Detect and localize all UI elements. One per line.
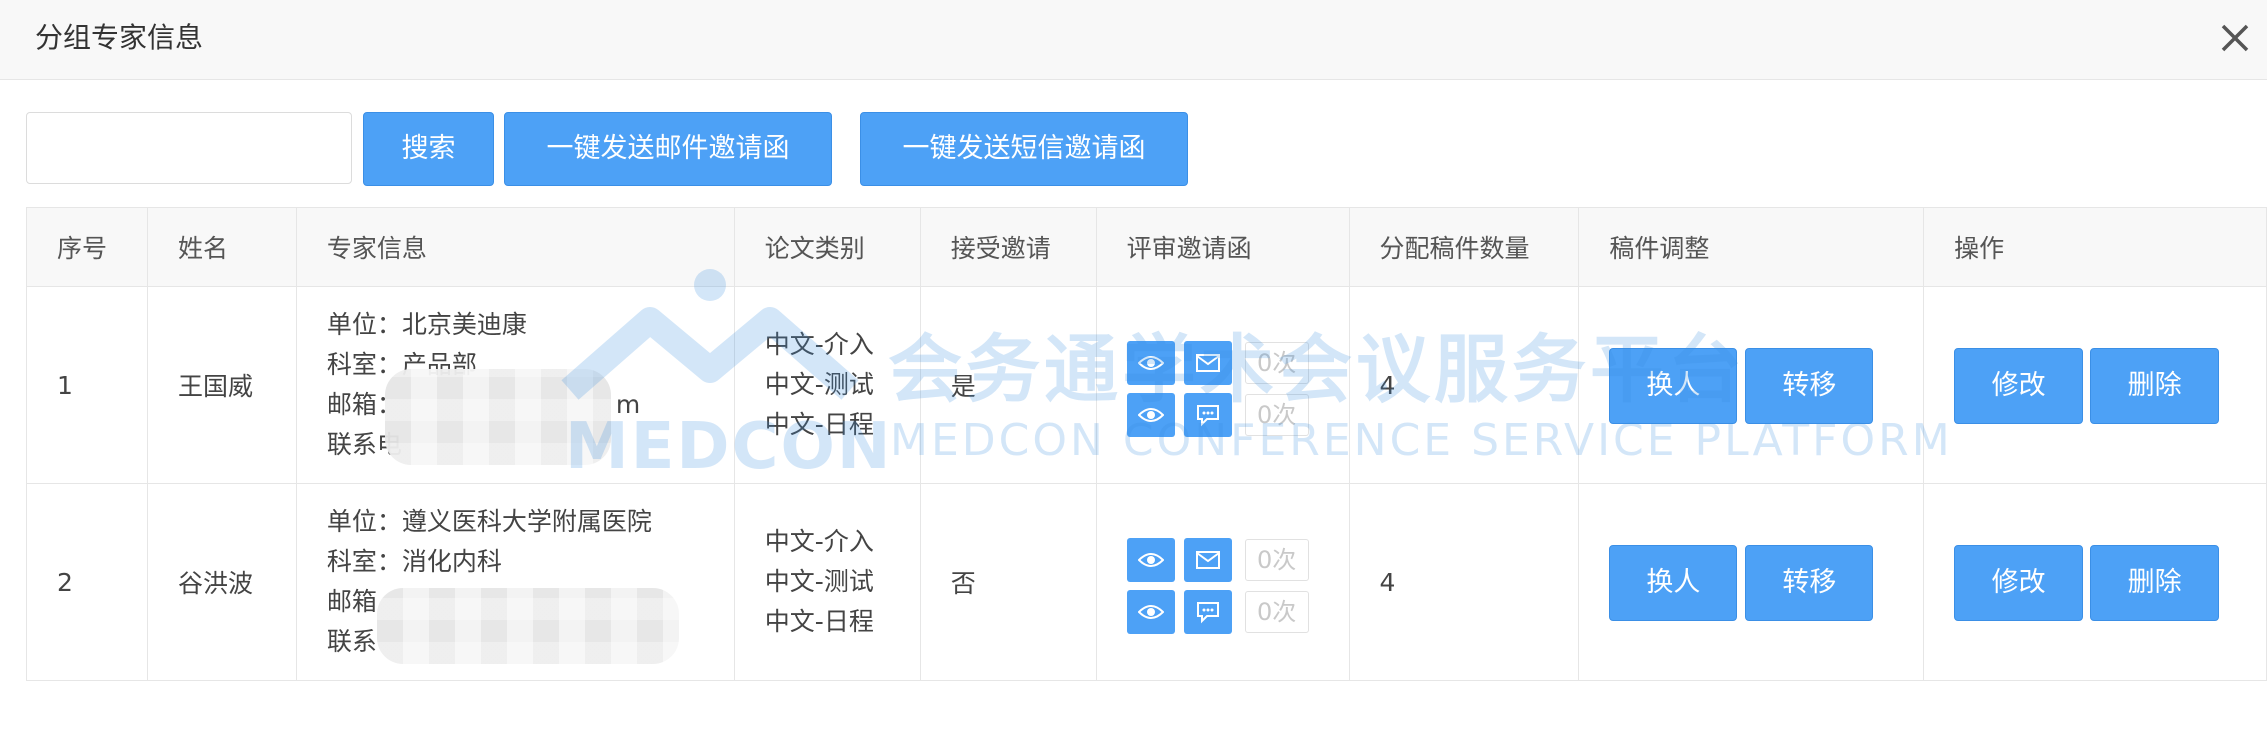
eye-icon (1137, 553, 1164, 567)
dialog-title: 分组专家信息 (35, 21, 204, 54)
mail-icon (1195, 551, 1220, 569)
delete-button[interactable]: 删除 (2090, 545, 2220, 621)
adjust-cell: 换人 转移 (1578, 483, 1925, 681)
message-icon (1196, 602, 1219, 624)
accepted-cell: 否 (919, 483, 1097, 681)
eye-icon (1137, 356, 1164, 370)
eye-icon (1137, 605, 1164, 619)
redaction-blur (376, 588, 679, 664)
replace-expert-button[interactable]: 换人 (1609, 348, 1738, 424)
table-header-row: 序号 姓名 专家信息 论文类别 接受邀请 评审邀请函 分配稿件数量 稿件调整 操… (26, 207, 2267, 287)
category-item: 中文-介入 (764, 330, 874, 359)
view-email-invite-button[interactable] (1126, 341, 1175, 385)
row-name: 王国威 (146, 286, 297, 484)
header-expert-info: 专家信息 (295, 207, 735, 287)
view-sms-invite-button[interactable] (1126, 590, 1175, 634)
edit-button[interactable]: 修改 (1954, 545, 2084, 621)
sms-count: 0次 (1244, 394, 1309, 436)
row-name: 谷洪波 (146, 483, 297, 681)
category-item: 中文-测试 (764, 567, 874, 596)
actions-cell: 修改 删除 (1923, 483, 2267, 681)
edit-button[interactable]: 修改 (1954, 348, 2084, 424)
table-row: 2 谷洪波 单位：遵义医科大学附属医院 科室：消化内科 邮箱 联系 中文-介入 … (26, 483, 2267, 681)
send-email-button[interactable] (1183, 341, 1232, 385)
send-email-invite-button[interactable]: 一键发送邮件邀请函 (504, 112, 832, 186)
header-manuscript-adjust: 稿件调整 (1578, 207, 1925, 287)
expert-dept: 科室：消化内科 (326, 547, 502, 576)
sms-count: 0次 (1244, 591, 1309, 633)
expert-table: 序号 姓名 专家信息 论文类别 接受邀请 评审邀请函 分配稿件数量 稿件调整 操… (26, 207, 2267, 681)
header-name: 姓名 (146, 207, 297, 287)
search-input[interactable] (26, 112, 352, 184)
category-cell: 中文-介入 中文-测试 中文-日程 (733, 483, 921, 681)
expert-email-tail: m (615, 390, 641, 419)
send-sms-button[interactable] (1183, 590, 1232, 634)
header-manuscript-count: 分配稿件数量 (1348, 207, 1580, 287)
send-sms-button[interactable] (1183, 393, 1232, 437)
expert-info-cell: 单位：遵义医科大学附属医院 科室：消化内科 邮箱 联系 (295, 483, 735, 681)
close-icon[interactable] (2215, 12, 2255, 64)
view-sms-invite-button[interactable] (1126, 393, 1175, 437)
expert-email-label: 邮箱 (326, 587, 377, 616)
row-index: 2 (26, 483, 148, 681)
view-email-invite-button[interactable] (1126, 538, 1175, 582)
review-invite-cell: 0次 0次 (1095, 286, 1350, 484)
category-item: 中文-介入 (764, 527, 874, 556)
dialog-header: 分组专家信息 (0, 0, 2267, 80)
email-count: 0次 (1244, 342, 1309, 384)
search-button[interactable]: 搜索 (363, 112, 494, 186)
table-row: 1 王国威 单位：北京美迪康 科室：产品部 邮箱： m 联系电 中文-介入 中文-… (26, 286, 2267, 484)
actions-cell: 修改 删除 (1923, 286, 2267, 484)
header-paper-category: 论文类别 (733, 207, 921, 287)
category-item: 中文-日程 (764, 607, 874, 636)
mail-icon (1195, 354, 1220, 372)
send-sms-invite-button[interactable]: 一键发送短信邀请函 (860, 112, 1188, 186)
header-accept-invite: 接受邀请 (919, 207, 1097, 287)
eye-icon (1137, 408, 1164, 422)
transfer-button[interactable]: 转移 (1745, 545, 1874, 621)
email-count: 0次 (1244, 539, 1309, 581)
header-review-invite: 评审邀请函 (1095, 207, 1350, 287)
review-invite-cell: 0次 0次 (1095, 483, 1350, 681)
manuscript-count-cell: 4 (1348, 286, 1580, 484)
delete-button[interactable]: 删除 (2090, 348, 2220, 424)
row-index: 1 (26, 286, 148, 484)
category-item: 中文-测试 (764, 370, 874, 399)
message-icon (1196, 405, 1219, 427)
redaction-blur (384, 369, 611, 465)
category-cell: 中文-介入 中文-测试 中文-日程 (733, 286, 921, 484)
header-index: 序号 (26, 207, 148, 287)
manuscript-count-cell: 4 (1348, 483, 1580, 681)
expert-unit: 单位：北京美迪康 (326, 310, 527, 339)
header-actions: 操作 (1923, 207, 2267, 287)
accepted-cell: 是 (919, 286, 1097, 484)
category-item: 中文-日程 (764, 410, 874, 439)
expert-unit: 单位：遵义医科大学附属医院 (326, 507, 652, 536)
adjust-cell: 换人 转移 (1578, 286, 1925, 484)
transfer-button[interactable]: 转移 (1745, 348, 1874, 424)
send-email-button[interactable] (1183, 538, 1232, 582)
expert-info-cell: 单位：北京美迪康 科室：产品部 邮箱： m 联系电 (295, 286, 735, 484)
replace-expert-button[interactable]: 换人 (1609, 545, 1738, 621)
